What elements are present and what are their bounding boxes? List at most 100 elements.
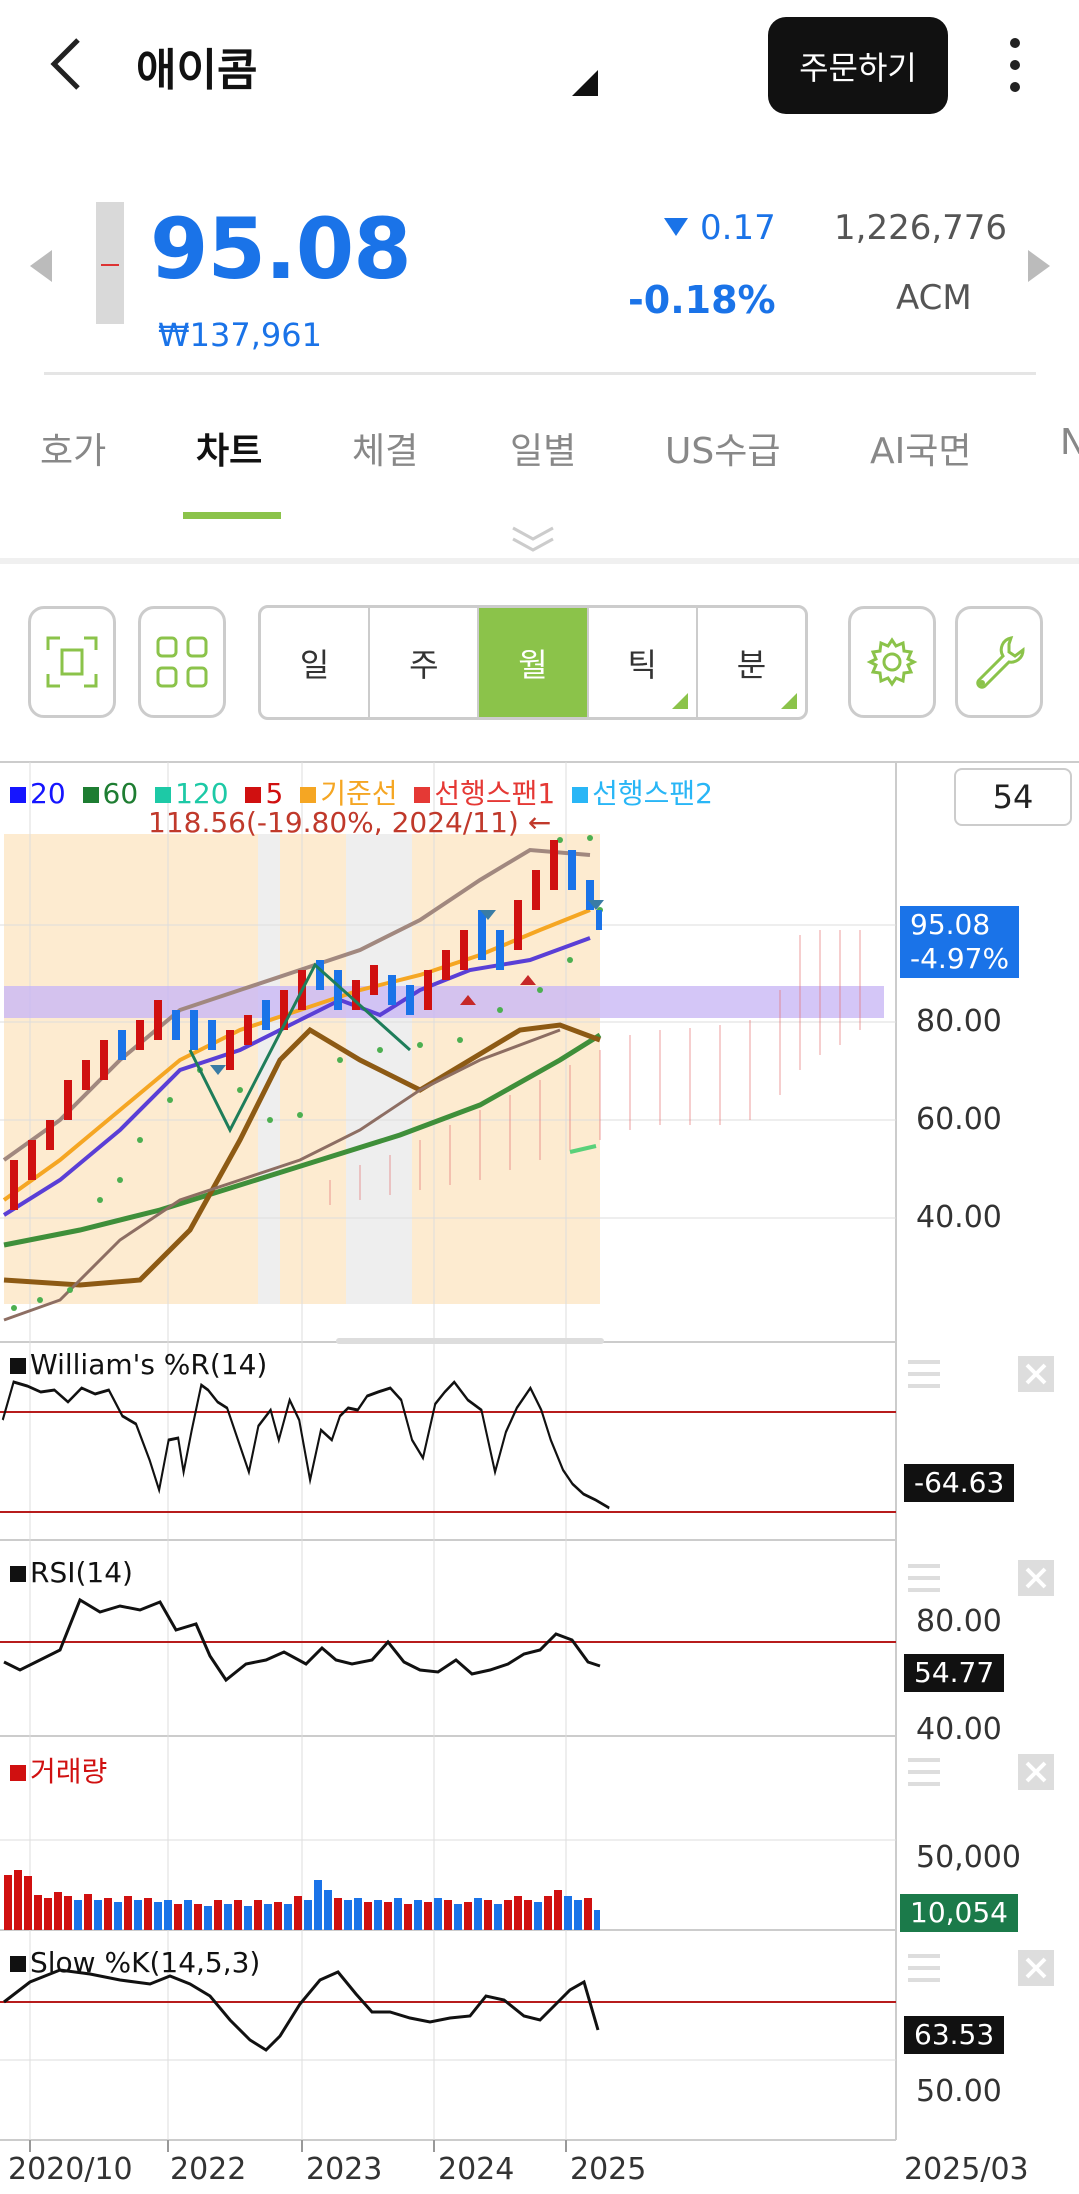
period-day[interactable]: 일 (261, 608, 371, 717)
mini-candle (96, 202, 124, 324)
quote-panel: 95.08 ₩137,961 0.17 -0.18% 1,226,776 ACM (0, 190, 1079, 380)
x-axis-label: 2024 (438, 2152, 515, 2187)
slowk-title-label: Slow %K(14,5,3) (30, 1946, 261, 1979)
mini-candle-tick (101, 264, 119, 266)
y-axis-label: 80.00 (916, 1004, 1002, 1039)
active-tab-indicator (183, 512, 281, 519)
panel-close-icon[interactable] (1018, 1356, 1054, 1392)
x-axis-label: 2023 (306, 2152, 383, 2187)
period-month[interactable]: 월 (479, 608, 589, 717)
x-axis-label: 2025/03 (904, 2152, 1029, 2187)
period-day-label: 일 (299, 645, 330, 684)
panel-close-icon[interactable] (1018, 1754, 1054, 1790)
volume: 1,226,776 (834, 208, 1008, 248)
period-tick[interactable]: 틱 (589, 608, 698, 717)
period-selector: 일 주 월 틱 분 (258, 605, 808, 720)
period-minute-label: 분 (736, 645, 767, 684)
header: 애이콤 주문하기 (0, 0, 1079, 135)
stock-name: 애이콤 (136, 45, 258, 96)
panel-close-icon[interactable] (1018, 1560, 1054, 1596)
tab-chart[interactable]: 차트 (196, 422, 262, 474)
tab-daily[interactable]: 일별 (510, 422, 576, 474)
high-annotation: 118.56(-19.80%, 2024/11) ← (148, 806, 552, 839)
chart-area[interactable]: 20 60 120 5 기준선 선행스팬1 선행스팬2 54 118.56(-1… (0, 760, 1079, 2194)
legend-swatch (82, 787, 99, 803)
panel-menu-icon[interactable] (904, 1356, 944, 1392)
price-change: 0.17 (700, 208, 776, 248)
tab-us-flow[interactable]: US수급 (665, 422, 780, 474)
grid-icon (156, 636, 208, 688)
submenu-corner-icon (671, 693, 688, 709)
panel-swatch (10, 1765, 26, 1781)
fullscreen-icon (46, 636, 98, 688)
period-minute[interactable]: 분 (698, 608, 805, 717)
order-button[interactable]: 주문하기 (768, 17, 948, 114)
legend-item: 선행스팬2 (572, 777, 713, 810)
settings-button[interactable] (848, 606, 936, 718)
y-axis-label: 50.00 (916, 2074, 1002, 2109)
legend-swatch (245, 787, 262, 803)
y-axis-label: 40.00 (916, 1712, 1002, 1747)
slowk-panel-title: Slow %K(14,5,3) (10, 1946, 260, 1979)
legend-swatch (572, 787, 589, 803)
more-vertical-icon[interactable] (1000, 35, 1030, 95)
period-month-label: 월 (518, 645, 548, 684)
williams-panel-title: William's %R(14) (10, 1348, 267, 1381)
submenu-corner-icon (781, 693, 798, 709)
expand-chevron-icon[interactable] (510, 525, 556, 555)
price-tag-percent: -4.97% (910, 942, 1010, 975)
previous-stock-icon[interactable] (30, 250, 52, 282)
slowk-value-tag: 63.53 (904, 2016, 1005, 2054)
panel-menu-icon[interactable] (904, 1560, 944, 1596)
legend-label: 20 (30, 777, 66, 810)
candle-count-input[interactable]: 54 (954, 768, 1072, 826)
williams-title-label: William's %R(14) (30, 1348, 268, 1381)
legend-swatch (414, 787, 431, 803)
tab-ai-phase[interactable]: AI국면 (870, 422, 971, 474)
gear-icon (866, 637, 918, 687)
y-axis-label: 80.00 (916, 1604, 1002, 1639)
current-price-tag: 95.08 -4.97% (900, 906, 1020, 978)
volume-value-tag: 10,054 (900, 1894, 1018, 1932)
rsi-title-label: RSI(14) (30, 1556, 133, 1589)
fullscreen-button[interactable] (28, 606, 116, 718)
y-axis-label: 60.00 (916, 1102, 1002, 1137)
panel-swatch (10, 1566, 26, 1582)
tab-more[interactable]: N (1060, 422, 1079, 463)
price-krw: ₩137,961 (158, 316, 322, 354)
volume-panel-title: 거래량 (10, 1750, 107, 1790)
legend-item: 60 (82, 777, 139, 810)
period-tick-label: 틱 (627, 645, 657, 684)
panel-menu-icon[interactable] (904, 1950, 944, 1986)
rsi-panel-title: RSI(14) (10, 1556, 133, 1589)
price-change-percent: -0.18% (628, 278, 776, 322)
next-stock-icon[interactable] (1028, 250, 1050, 282)
section-divider (0, 558, 1079, 564)
williams-value-tag: -64.63 (904, 1464, 1015, 1502)
x-axis-label: 2025 (570, 2152, 647, 2187)
back-arrow-icon[interactable] (40, 28, 100, 98)
legend-label: 선행스팬2 (592, 777, 713, 810)
x-axis-label: 2022 (170, 2152, 247, 2187)
divider (44, 372, 1036, 375)
period-week[interactable]: 주 (370, 608, 480, 717)
y-axis-label: 40.00 (916, 1200, 1002, 1235)
down-triangle-icon (664, 218, 688, 236)
legend-swatch (155, 787, 172, 803)
dropdown-triangle-icon[interactable] (572, 70, 598, 96)
layout-button[interactable] (138, 606, 226, 718)
panel-menu-icon[interactable] (904, 1754, 944, 1790)
legend-swatch (300, 787, 317, 803)
tab-trades[interactable]: 체결 (352, 422, 418, 474)
panel-swatch (10, 1358, 26, 1374)
x-axis-label: 2020/10 (8, 2152, 133, 2187)
wrench-icon (976, 636, 1025, 689)
panel-close-icon[interactable] (1018, 1950, 1054, 1986)
ticker-symbol: ACM (896, 278, 972, 318)
tab-orderbook[interactable]: 호가 (40, 422, 106, 474)
legend-item: 20 (10, 777, 66, 810)
current-price: 95.08 (150, 200, 412, 298)
price-tag-value: 95.08 (910, 908, 991, 941)
tools-button[interactable] (955, 606, 1043, 718)
legend-label: 60 (102, 777, 139, 810)
